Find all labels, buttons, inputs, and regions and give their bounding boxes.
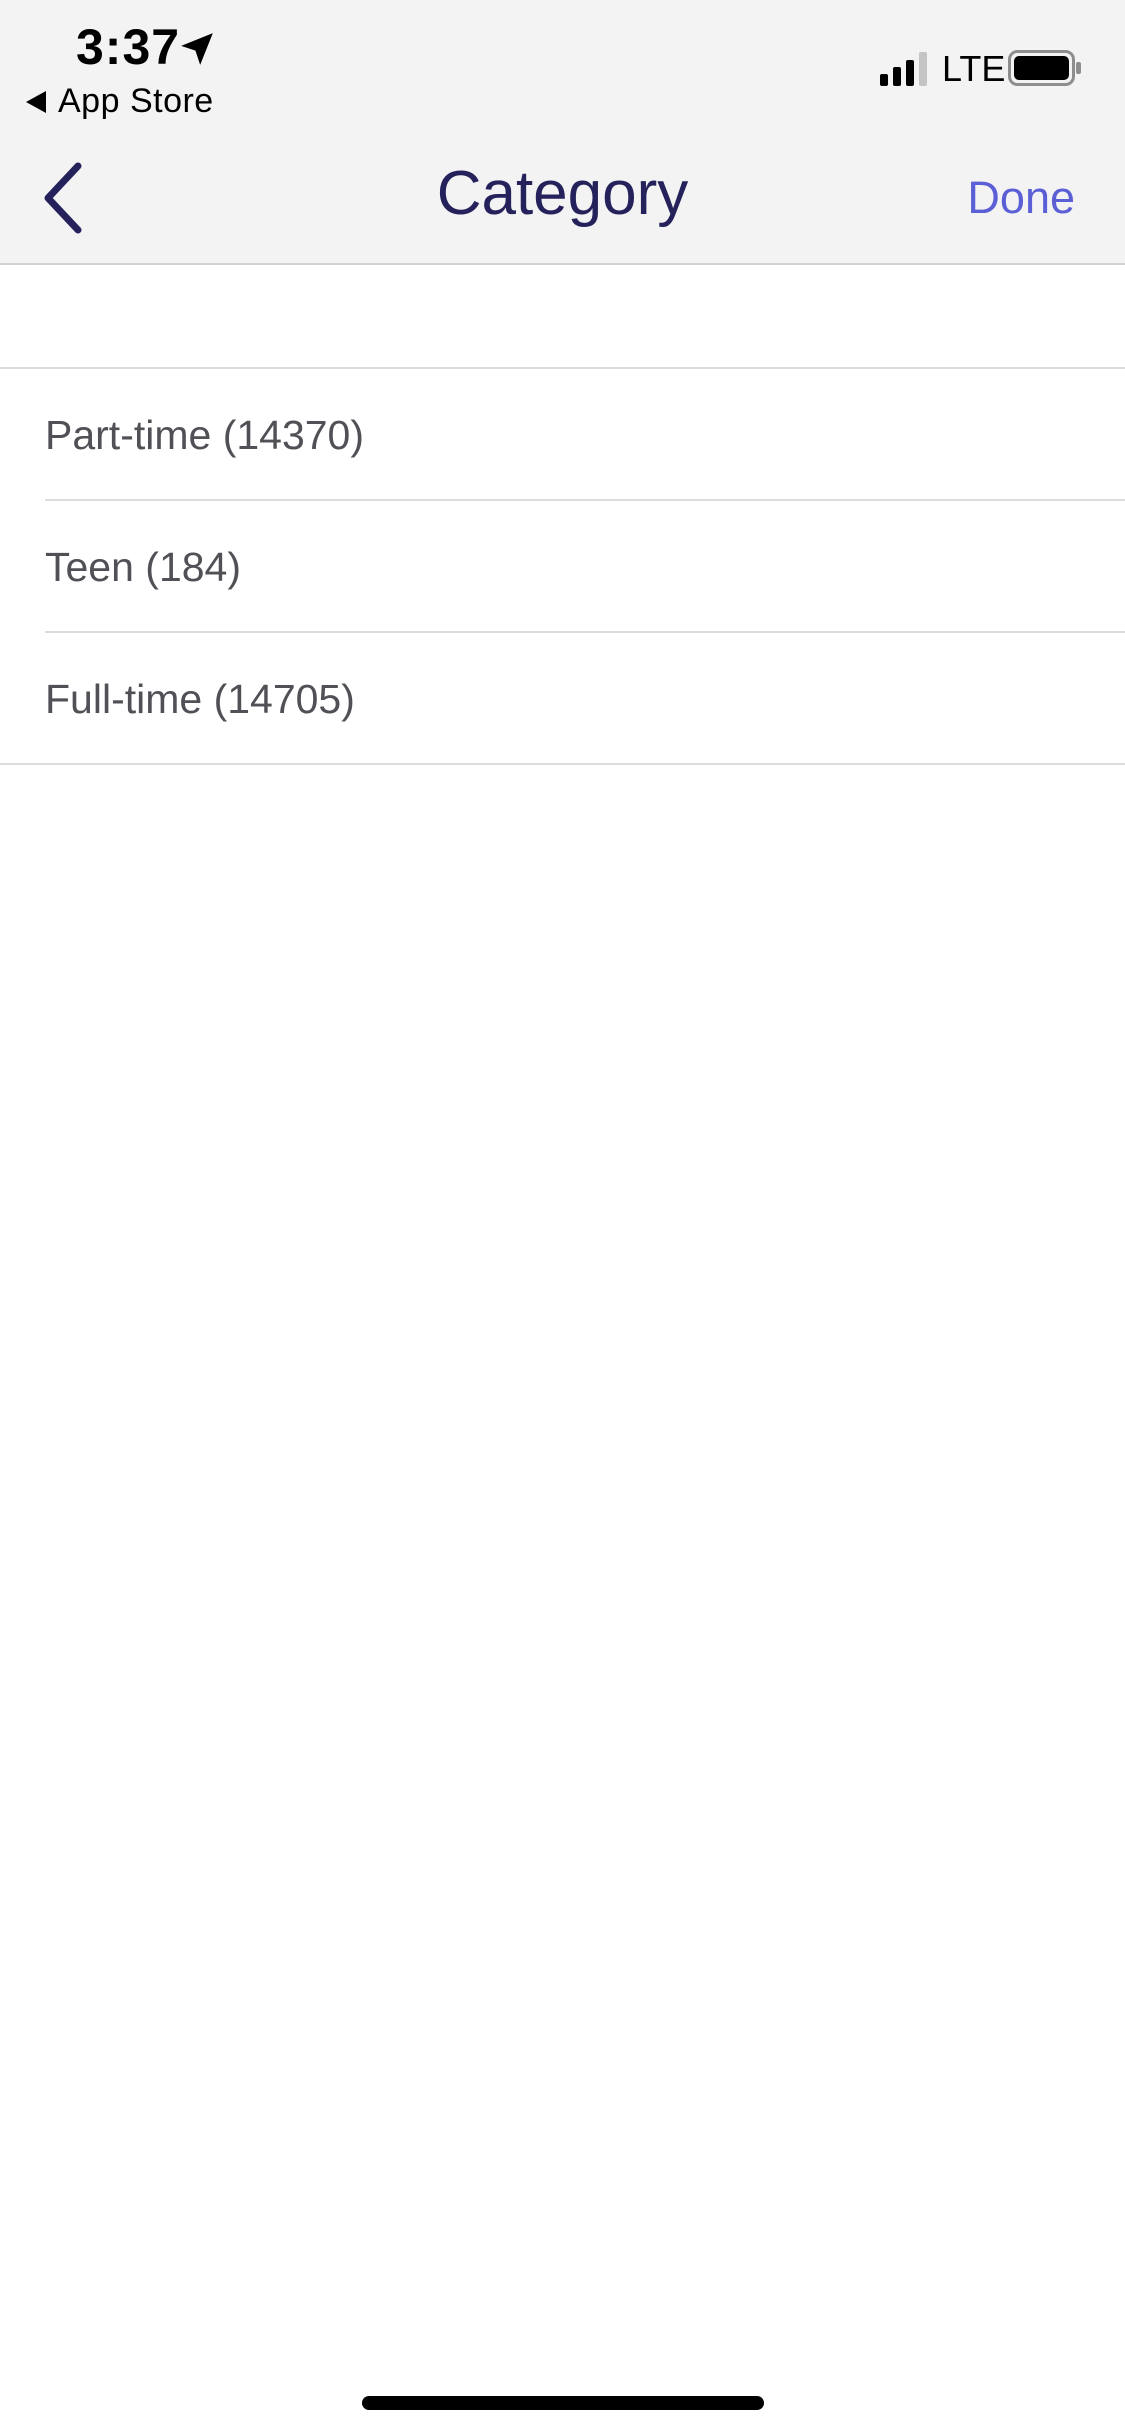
network-type: LTE xyxy=(942,48,1006,89)
back-to-app-label: App Store xyxy=(58,82,214,120)
category-item-part-time[interactable]: Part-time (14370) xyxy=(0,369,1125,501)
category-label: Full-time (14705) xyxy=(45,675,355,722)
category-item-full-time[interactable]: Full-time (14705) xyxy=(0,633,1125,765)
status-time: 3:37 xyxy=(76,19,181,75)
page-title: Category xyxy=(436,159,689,228)
back-to-app-store[interactable]: App Store xyxy=(26,82,214,121)
category-label: Part-time (14370) xyxy=(45,411,365,458)
back-triangle-icon xyxy=(26,90,46,113)
category-list: Part-time (14370) Teen (184) Full-time (… xyxy=(0,367,1125,765)
divider xyxy=(0,763,1125,765)
screen: 3:37 App Store LTE Category Done Part-ti… xyxy=(0,0,1125,2436)
done-button[interactable]: Done xyxy=(967,172,1075,224)
category-label: Teen (184) xyxy=(45,543,242,590)
signal-icon xyxy=(880,52,927,86)
top-bar: 3:37 App Store LTE Category Done xyxy=(0,0,1125,265)
location-arrow-icon xyxy=(181,33,213,65)
home-indicator[interactable] xyxy=(362,2396,764,2410)
category-item-teen[interactable]: Teen (184) xyxy=(0,501,1125,633)
battery-icon xyxy=(1008,50,1081,86)
